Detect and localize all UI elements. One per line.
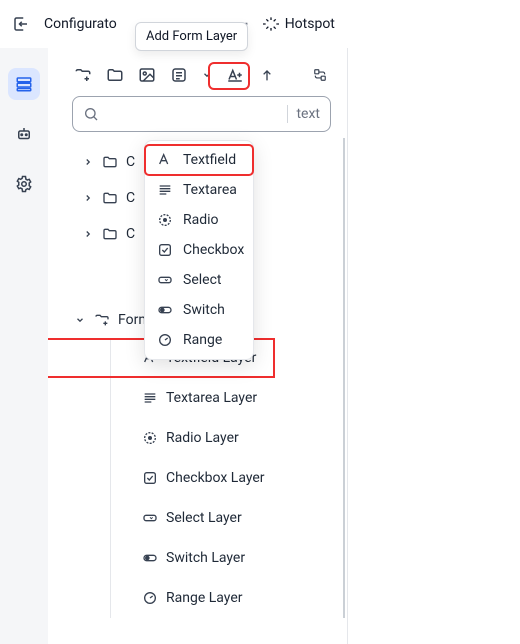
dropdown-item-select[interactable]: Select xyxy=(145,265,253,295)
tree-label: Switch Layer xyxy=(166,550,245,566)
dropdown-item-textfield[interactable]: Textfield xyxy=(145,145,253,175)
chevron-right-icon xyxy=(82,156,94,168)
search-input[interactable]: text xyxy=(72,96,331,132)
folder-icon xyxy=(102,226,118,242)
page-title: Configurato xyxy=(44,16,117,32)
switch-icon xyxy=(157,302,173,318)
dropdown-label: Radio xyxy=(183,212,219,228)
gear-icon xyxy=(15,175,33,193)
dropdown-item-radio[interactable]: Radio xyxy=(145,205,253,235)
folder-icon xyxy=(102,154,118,170)
back-icon[interactable] xyxy=(12,15,30,33)
left-rail xyxy=(0,48,48,644)
textarea-icon xyxy=(142,390,158,406)
layer-range[interactable]: Range Layer xyxy=(118,578,343,618)
arrow-up-icon[interactable] xyxy=(258,66,276,84)
form-layer-icon[interactable] xyxy=(170,66,188,84)
radio-icon xyxy=(157,212,173,228)
textarea-icon xyxy=(157,182,173,198)
layers-icon xyxy=(15,75,33,93)
tree-label: C xyxy=(126,226,135,242)
rail-settings-button[interactable] xyxy=(8,168,40,200)
checkbox-icon xyxy=(142,470,158,486)
tree-label: Select Layer xyxy=(166,510,242,526)
top-bar: Configurato ⋯ Hotspot Add Form Layer xyxy=(0,0,520,48)
dropdown-label: Textfield xyxy=(183,152,236,168)
text-style-icon[interactable] xyxy=(226,66,244,84)
layer-textarea[interactable]: Textarea Layer xyxy=(118,378,343,418)
form-children: Textfield Layer Textarea Layer Radio Lay… xyxy=(48,338,343,618)
search-suffix: text xyxy=(296,106,320,122)
tooltip-add-form-layer: Add Form Layer xyxy=(135,22,248,51)
radio-icon xyxy=(142,430,158,446)
dropdown-item-textarea[interactable]: Textarea xyxy=(145,175,253,205)
panel-toolbar xyxy=(48,56,347,92)
hotspot-label: Hotspot xyxy=(285,16,335,32)
form-folder-icon xyxy=(94,312,110,328)
search-row: text xyxy=(48,92,347,138)
layers-panel: text Textfield Textarea Radio Checkbox xyxy=(48,48,348,644)
dropdown-label: Textarea xyxy=(183,182,237,198)
chevron-down-icon[interactable] xyxy=(202,66,212,84)
dropdown-item-switch[interactable]: Switch xyxy=(145,295,253,325)
layer-switch[interactable]: Switch Layer xyxy=(118,538,343,578)
image-icon[interactable] xyxy=(138,66,156,84)
robot-icon xyxy=(15,125,33,143)
layer-select[interactable]: Select Layer xyxy=(118,498,343,538)
layer-checkbox[interactable]: Checkbox Layer xyxy=(118,458,343,498)
dropdown-label: Range xyxy=(183,332,222,348)
folder-icon xyxy=(102,190,118,206)
select-icon xyxy=(157,272,173,288)
tree-label: C xyxy=(126,154,135,170)
select-icon xyxy=(142,510,158,526)
dropdown-item-checkbox[interactable]: Checkbox xyxy=(145,235,253,265)
form-dropdown-menu: Textfield Textarea Radio Checkbox Select… xyxy=(144,140,254,360)
dropdown-label: Checkbox xyxy=(183,242,244,258)
cycle-icon[interactable] xyxy=(313,66,331,84)
tree-label: C xyxy=(126,190,135,206)
chevron-right-icon xyxy=(82,192,94,204)
switch-icon xyxy=(142,550,158,566)
tree-label: Textarea Layer xyxy=(166,390,257,406)
layer-radio[interactable]: Radio Layer xyxy=(118,418,343,458)
dropdown-label: Switch xyxy=(183,302,225,318)
add-folder-icon[interactable] xyxy=(74,66,92,84)
textfield-icon xyxy=(157,152,173,168)
sparkle-icon xyxy=(263,16,279,32)
checkbox-icon xyxy=(157,242,173,258)
dropdown-label: Select xyxy=(183,272,221,288)
range-icon xyxy=(157,332,173,348)
canvas-area xyxy=(348,48,520,644)
rail-robot-button[interactable] xyxy=(8,118,40,150)
range-icon xyxy=(142,590,158,606)
search-icon xyxy=(83,106,99,122)
rail-layers-button[interactable] xyxy=(8,68,40,100)
dropdown-item-range[interactable]: Range xyxy=(145,325,253,355)
folder-icon[interactable] xyxy=(106,66,124,84)
tree-label: Radio Layer xyxy=(166,430,239,446)
hotspot-button[interactable]: Hotspot xyxy=(263,16,335,32)
tree-label: Range Layer xyxy=(166,590,243,606)
tree-label: Checkbox Layer xyxy=(166,470,265,486)
chevron-down-icon xyxy=(74,314,86,326)
chevron-right-icon xyxy=(82,228,94,240)
